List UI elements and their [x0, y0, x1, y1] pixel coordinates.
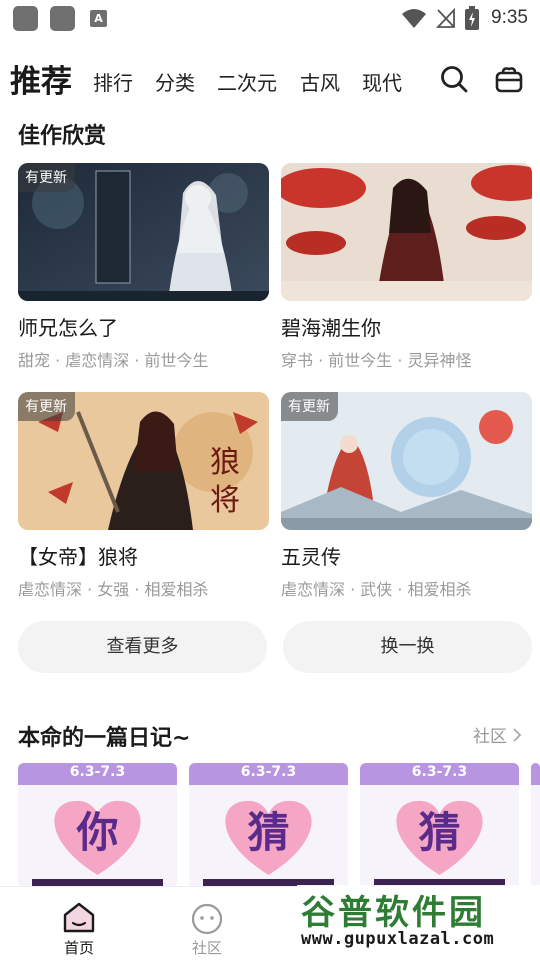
diary-character: 猜 — [418, 808, 461, 857]
watermark-overlay: 谷普软件园 www.gupuxlazal.com — [297, 885, 540, 960]
search-icon[interactable] — [439, 64, 469, 94]
nav-community-label: 社区 — [191, 939, 222, 957]
tab-recommend[interactable]: 推荐 — [10, 56, 72, 101]
story-card[interactable]: 碧海潮生你 穿书 · 前世今生 · 灵异神怪 — [281, 163, 532, 371]
story-cover-image: 狼 将 有更新 — [18, 392, 269, 530]
story-card[interactable]: 有更新 五灵传 虐恋情深 · 武侠 · 相爱相杀 — [281, 392, 532, 600]
story-cover-image — [281, 163, 532, 301]
nav-community[interactable]: 社区 — [167, 887, 247, 960]
diary-card[interactable]: 6.3-7.3 猜 — [189, 763, 348, 889]
tab-ancient[interactable]: 古风 — [300, 67, 340, 96]
svg-text:狼: 狼 — [210, 445, 240, 480]
status-indicators: 9:35 — [401, 4, 528, 32]
tab-anime[interactable]: 二次元 — [217, 67, 277, 96]
community-link[interactable]: 社区 — [473, 722, 522, 747]
story-cover-image: 有更新 — [18, 163, 269, 301]
notification-font-icon: A — [90, 10, 107, 27]
community-icon — [191, 903, 223, 935]
diary-card[interactable]: 6.3-7.3 猜 — [360, 763, 519, 889]
notification-app-icon — [13, 6, 38, 31]
status-bar: A 9:35 — [0, 0, 540, 36]
diary-date: 6.3-7.3 — [240, 764, 297, 780]
community-link-label: 社区 — [473, 727, 507, 747]
watermark-title: 谷普软件园 — [301, 893, 486, 933]
update-badge: 有更新 — [281, 392, 338, 421]
story-title: 师兄怎么了 — [18, 316, 118, 340]
no-signal-icon — [435, 7, 455, 28]
diary-date: 6.3-7.3 — [69, 764, 126, 780]
app-screen: A 9:35 推荐 排行 分类 二次元 古风 现代 佳作欣赏 有更新 师兄怎么了… — [0, 0, 540, 960]
notification-app-icon — [50, 6, 75, 31]
story-tags: 甜宠 · 虐恋情深 · 前世今生 — [18, 351, 209, 370]
nav-home-label: 首页 — [63, 939, 94, 957]
story-cover-image: 有更新 — [281, 392, 532, 530]
story-title: 碧海潮生你 — [281, 316, 381, 340]
diary-character: 你 — [76, 808, 119, 857]
update-badge: 有更新 — [18, 392, 75, 421]
wifi-icon — [402, 9, 427, 28]
view-more-button[interactable]: 查看更多 — [18, 621, 267, 673]
tab-modern[interactable]: 现代 — [362, 67, 402, 96]
story-tags: 虐恋情深 · 武侠 · 相爱相杀 — [281, 580, 472, 599]
tab-ranking[interactable]: 排行 — [93, 67, 133, 96]
clock: 9:35 — [491, 7, 528, 28]
story-title: 五灵传 — [281, 545, 341, 569]
diary-date: 6.3-7.3 — [411, 764, 468, 780]
chevron-right-icon — [513, 727, 522, 742]
story-title: 【女帝】狼将 — [18, 545, 138, 569]
story-tags: 穿书 · 前世今生 · 灵异神怪 — [281, 351, 472, 370]
battery-charging-icon — [465, 6, 480, 30]
home-icon — [63, 902, 95, 933]
diary-section-title: 本命的一篇日记~ — [18, 726, 191, 751]
gift-box-icon[interactable] — [494, 64, 524, 94]
story-card[interactable]: 有更新 师兄怎么了 甜宠 · 虐恋情深 · 前世今生 — [18, 163, 269, 371]
refresh-button[interactable]: 换一换 — [283, 621, 532, 673]
top-nav: 推荐 排行 分类 二次元 古风 现代 — [0, 50, 540, 106]
diary-card-partial — [531, 763, 540, 889]
svg-text:将: 将 — [210, 483, 240, 518]
tab-category[interactable]: 分类 — [155, 67, 195, 96]
watermark-url: www.gupuxlazal.com — [301, 929, 495, 949]
story-card[interactable]: 狼 将 有更新 【女帝】狼将 虐恋情深 · 女强 · 相爱相杀 — [18, 392, 269, 600]
nav-home[interactable]: 首页 — [39, 887, 119, 960]
featured-section-title: 佳作欣赏 — [18, 124, 107, 149]
story-tags: 虐恋情深 · 女强 · 相爱相杀 — [18, 580, 209, 599]
diary-character: 猜 — [247, 808, 290, 857]
diary-card[interactable]: 6.3-7.3 你 — [18, 763, 177, 889]
update-badge: 有更新 — [18, 163, 75, 192]
